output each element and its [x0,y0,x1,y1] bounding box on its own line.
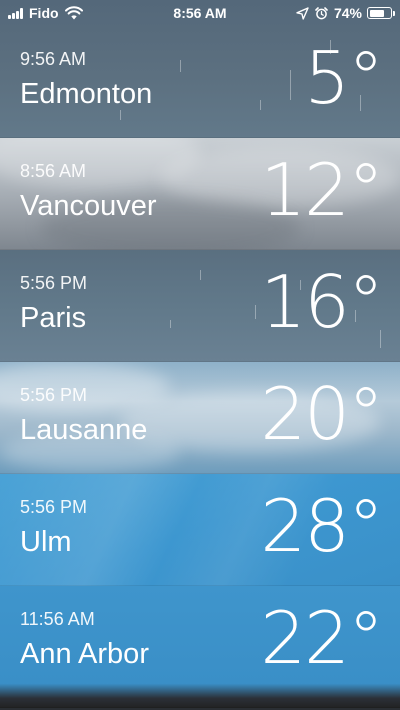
location-arrow-icon [296,6,309,20]
city-row-paris[interactable]: 5:56 PM Paris 16° [0,250,400,362]
city-name: Ann Arbor [20,638,149,670]
city-name: Ulm [20,526,72,558]
city-local-time: 11:56 AM [20,609,95,629]
city-temperature: 20° [260,372,384,456]
city-name: Lausanne [20,414,148,446]
city-row-lausanne[interactable]: 5:56 PM Lausanne 20° [0,362,400,474]
weather-screen: 9:56 AM Edmonton 5° 8:56 AM Vancouver 12… [0,0,400,710]
city-name: Paris [20,302,87,334]
city-local-time: 5:56 PM [20,273,88,293]
battery-level-fill [369,9,384,17]
status-bar: Fido 8:56 AM 74% [0,0,400,28]
city-name: Vancouver [20,190,157,222]
city-row-ulm[interactable]: 5:56 PM Ulm 28° [0,474,400,586]
city-local-time: 5:56 PM [20,497,88,517]
battery-percentage: 74% [333,5,362,21]
city-list: 9:56 AM Edmonton 5° 8:56 AM Vancouver 12… [0,0,400,708]
city-local-time: 5:56 PM [20,385,88,405]
city-name: Edmonton [20,78,153,110]
city-local-time: 9:56 AM [20,49,87,69]
battery-icon [367,7,395,19]
city-temperature: 5° [304,36,384,120]
city-local-time: 8:56 AM [20,161,87,181]
alarm-clock-icon [315,6,328,19]
city-row-vancouver[interactable]: 8:56 AM Vancouver 12° [0,138,400,250]
city-temperature: 22° [260,596,384,680]
city-temperature: 12° [260,148,384,232]
city-temperature: 16° [260,260,384,344]
city-temperature: 28° [260,484,384,568]
city-row-ann-arbor[interactable]: 11:56 AM Ann Arbor 22° [0,586,400,708]
